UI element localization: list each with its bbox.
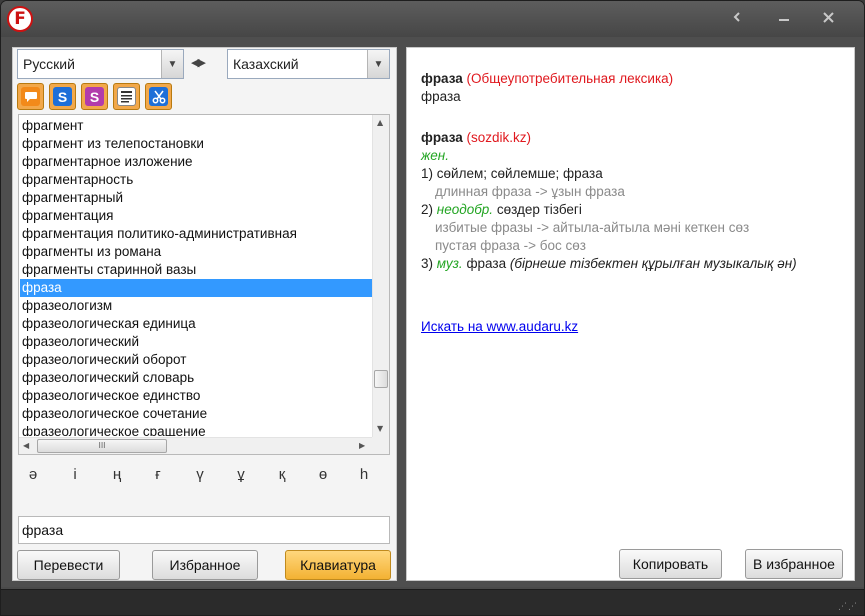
list-item[interactable]: фразеологический оборот [20,351,372,369]
dictionary-source: (sozdik.kz) [466,130,532,145]
sozdik-purple-icon: S [85,87,104,106]
article-entry-general: фраза (Общеупотребительная лексика) фраз… [421,70,673,106]
list-item[interactable]: фрагментарность [20,171,372,189]
key-button[interactable]: ө [313,466,333,483]
translate-button[interactable]: Перевести [17,550,120,580]
list-item[interactable]: фразеологизм [20,297,372,315]
list-item[interactable]: фразеологический [20,333,372,351]
scroll-up-icon[interactable]: ▲ [377,118,383,127]
list-item[interactable]: фрагментация [20,207,372,225]
scroll-corner [372,437,389,454]
list-item[interactable]: фрагментарный [20,189,372,207]
vertical-scroll-thumb[interactable] [374,370,388,388]
status-bar: ⋰⋰ [1,589,864,615]
sense-note: (бірнеше тізбектен құрылған музыкалық ән… [509,256,797,271]
list-item[interactable]: фразеологический словарь [20,369,372,387]
list-item[interactable]: фразеологическое сочетание [20,405,372,423]
main-area: Русский ▼ ◀▶ Казахский ▼ S S фрагмент фр… [1,37,864,587]
chevron-down-icon[interactable]: ▼ [367,50,389,78]
scroll-right-icon[interactable]: ▶ [359,441,365,450]
key-button[interactable]: қ [272,466,292,483]
target-language-select[interactable]: Казахский ▼ [227,49,390,79]
list-item[interactable]: фрагменты из романа [20,243,372,261]
horizontal-scrollbar[interactable]: ◀ III ▶ [19,437,373,454]
copy-button[interactable]: Копировать [619,549,722,579]
minimize-icon[interactable] [770,3,798,31]
sense-number: 3) [421,256,434,271]
sense-label: неодобр. [436,202,494,217]
vertical-scrollbar[interactable]: ▲ ▼ [372,115,389,438]
sense-number: 2) [421,202,434,217]
chevron-left-icon[interactable] [723,3,751,31]
key-button[interactable]: ү [190,466,210,483]
title-bar[interactable]: F [1,1,864,37]
speech-bubble-icon [21,87,40,106]
key-button[interactable]: ұ [231,466,251,483]
sense-label: муз. [436,256,463,271]
scissors-button[interactable] [145,83,172,110]
sense-number: 1) [421,166,434,181]
app-logo: F [7,6,33,32]
sozdik-blue-button[interactable]: S [49,83,76,110]
list-item[interactable]: фрагментация политико-административная [20,225,372,243]
usage-example: пустая фраза -> бос сөз [435,238,586,253]
translation: фраза [421,89,461,104]
list-item[interactable]: фразеологическое единство [20,387,372,405]
sense-text: сөйлем; сөйлемше; фраза [436,166,603,181]
list-item[interactable]: фразеологическая единица [20,315,372,333]
audaru-search-link[interactable]: Искать на www.audaru.kz [421,319,578,334]
resize-grip-icon[interactable]: ⋰⋰ [838,602,858,612]
list-item[interactable]: фрагмент [20,117,372,135]
left-panel: Русский ▼ ◀▶ Казахский ▼ S S фрагмент фр… [12,47,397,581]
key-button[interactable]: һ [354,466,374,483]
close-icon[interactable] [814,3,842,31]
app-window: F Русский ▼ ◀▶ Казахский ▼ S S фрагмент … [0,0,865,616]
add-favorite-button[interactable]: В избранное [745,549,843,579]
key-button[interactable]: ғ [148,466,168,483]
left-button-row: Перевести Избранное Клавиатура [13,550,398,584]
article-panel: фраза (Общеупотребительная лексика) фраз… [406,47,855,581]
headword: фраза [421,71,463,86]
word-list[interactable]: фрагмент фрагмент из телепостановки фраг… [18,114,390,455]
sense-text: сөздер тізбегі [496,202,582,217]
key-button[interactable]: і [65,466,85,483]
swap-arrows-icon[interactable]: ◀▶ [191,56,206,69]
list-item-selected[interactable]: фраза [20,279,372,297]
list-item[interactable]: фрагмент из телепостановки [20,135,372,153]
key-button[interactable]: ә [23,466,43,483]
keyboard-button[interactable]: Клавиатура [285,550,391,580]
list-item[interactable]: фразеологическое сращение [20,423,372,436]
sense-text: фраза [466,256,507,271]
text-list-button[interactable] [113,83,140,110]
kazakh-keyboard: ә і ң ғ ү ұ қ ө һ [13,466,396,492]
right-button-row: Копировать В избранное [613,549,853,583]
search-input[interactable]: фраза [18,516,390,544]
key-button[interactable]: ң [107,466,127,483]
sozdik-purple-button[interactable]: S [81,83,108,110]
scroll-left-icon[interactable]: ◀ [23,441,29,450]
speech-bubble-button[interactable] [17,83,44,110]
list-item[interactable]: фрагменты старинной вазы [20,261,372,279]
chevron-down-icon[interactable]: ▼ [161,50,183,78]
usage-example: длинная фраза -> ұзын фраза [435,184,625,199]
article-entry-sozdik: фраза (sozdik.kz) жен. 1) сөйлем; сөйлем… [421,129,797,273]
dictionary-source: (Общеупотребительная лексика) [466,71,674,86]
part-of-speech: жен. [421,148,449,163]
favorites-button[interactable]: Избранное [152,550,258,580]
usage-example: избитые фразы -> айтыла-айтыла мәні кетк… [435,220,750,235]
list-item[interactable]: фрагментарное изложение [20,153,372,171]
scissors-icon [149,87,168,106]
horizontal-scroll-thumb[interactable]: III [37,439,167,453]
sozdik-blue-icon: S [53,87,72,106]
text-list-icon [117,87,136,106]
source-language-select[interactable]: Русский ▼ [17,49,184,79]
headword: фраза [421,130,463,145]
scroll-down-icon[interactable]: ▼ [377,424,383,433]
